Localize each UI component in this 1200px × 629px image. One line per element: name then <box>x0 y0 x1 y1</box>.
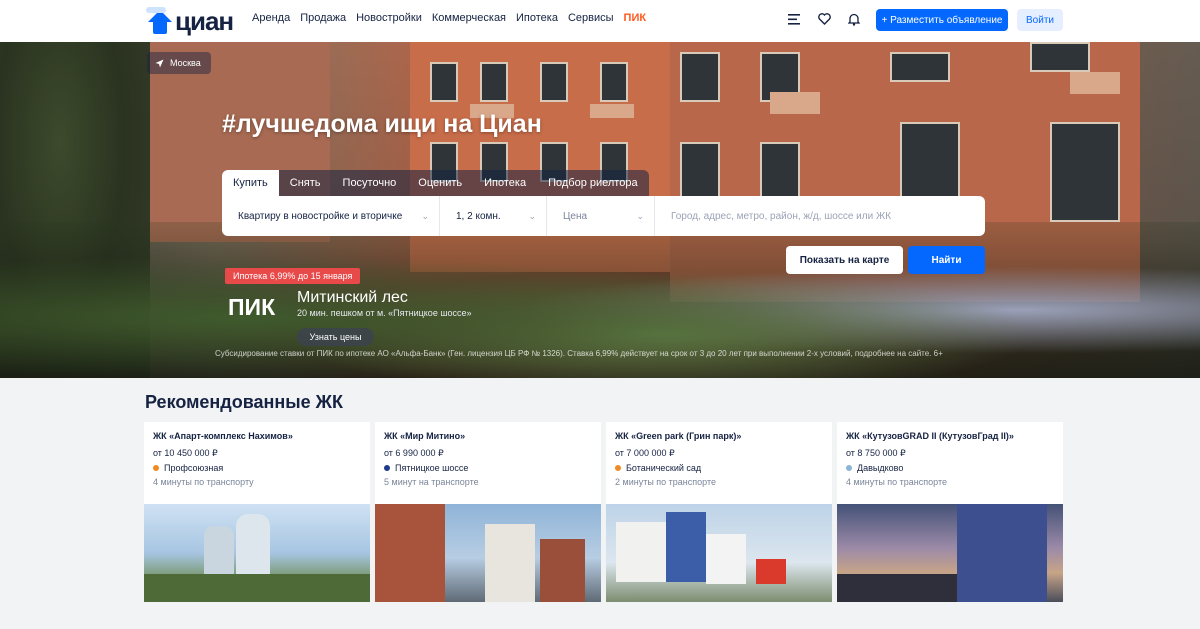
metro-station: Пятницкое шоссе <box>384 463 468 473</box>
tab-estimate[interactable]: Оценить <box>407 170 473 196</box>
complex-price: от 6 990 000 ₽ <box>384 448 444 458</box>
nav-services[interactable]: Сервисы <box>568 12 614 24</box>
promo-title[interactable]: Митинский лес <box>297 289 408 307</box>
find-button[interactable]: Найти <box>908 246 985 274</box>
promo-subtitle: 20 мин. пешком от м. «Пятницкое шоссе» <box>297 308 472 318</box>
rooms-value: 1, 2 комн. <box>456 210 501 222</box>
nav-sale[interactable]: Продажа <box>300 12 346 24</box>
metro-station: Давыдково <box>846 463 903 473</box>
complex-card[interactable]: ЖК «Green park (Грин парк)» от 7 000 000… <box>606 422 832 602</box>
complex-card[interactable]: ЖК «Апарт-комплекс Нахимов» от 10 450 00… <box>144 422 370 602</box>
travel-time: 4 минуты по транспорту <box>153 477 254 487</box>
metro-station: Профсоюзная <box>153 463 223 473</box>
tab-rent[interactable]: Снять <box>279 170 332 196</box>
property-type-value: Квартиру в новостройке и вторичке <box>238 210 403 222</box>
complex-name: ЖК «КутузовGRAD II (КутузовГрад II)» <box>846 431 1014 441</box>
tab-mortgage[interactable]: Ипотека <box>473 170 537 196</box>
show-on-map-button[interactable]: Показать на карте <box>786 246 903 274</box>
metro-name: Ботанический сад <box>626 463 702 473</box>
rooms-select[interactable]: 1, 2 комн. ⌄ <box>440 196 547 236</box>
complex-photo <box>606 504 832 602</box>
deal-type-tabs: Купить Снять Посуточно Оценить Ипотека П… <box>222 170 649 196</box>
complex-price: от 7 000 000 ₽ <box>615 448 675 458</box>
nav-mortgage[interactable]: Ипотека <box>516 12 558 24</box>
metro-line-icon <box>615 465 621 471</box>
search-input[interactable]: Город, адрес, метро, район, ж/д, шоссе и… <box>655 211 985 222</box>
complex-photo <box>144 504 370 602</box>
section-title: Рекомендованные ЖК <box>145 392 343 412</box>
chevron-down-icon: ⌄ <box>421 210 429 221</box>
bell-icon[interactable] <box>846 11 862 27</box>
metro-line-icon <box>153 465 159 471</box>
complex-name: ЖК «Мир Митино» <box>384 431 466 441</box>
nav-new-buildings[interactable]: Новостройки <box>356 12 422 24</box>
tab-buy[interactable]: Купить <box>222 170 279 196</box>
nav-commercial[interactable]: Коммерческая <box>432 12 506 24</box>
site-header: циан Аренда Продажа Новостройки Коммерче… <box>0 0 1200 42</box>
price-placeholder: Цена <box>563 210 588 222</box>
hero-banner: Москва #лучшедома ищи на Циан Купить Сня… <box>0 42 1200 378</box>
complex-card[interactable]: ЖК «КутузовGRAD II (КутузовГрад II)» от … <box>837 422 1063 602</box>
promo-disclaimer: Субсидирование ставки от ПИК по ипотеке … <box>215 349 943 358</box>
main-nav: Аренда Продажа Новостройки Коммерческая … <box>252 12 646 24</box>
search-bar: Квартиру в новостройке и вторичке ⌄ 1, 2… <box>222 196 985 236</box>
metro-name: Профсоюзная <box>164 463 224 473</box>
tab-daily[interactable]: Посуточно <box>332 170 408 196</box>
menu-icon[interactable] <box>786 11 802 27</box>
complex-price: от 10 450 000 ₽ <box>153 448 218 458</box>
metro-line-icon <box>384 465 390 471</box>
metro-name: Пятницкое шоссе <box>395 463 469 473</box>
logo-house-icon <box>146 6 174 36</box>
nav-pik[interactable]: ПИК <box>624 12 647 24</box>
complex-price: от 8 750 000 ₽ <box>846 448 906 458</box>
place-ad-button[interactable]: + Разместить объявление <box>876 9 1008 31</box>
travel-time: 5 минут на транспорте <box>384 477 479 487</box>
header-icons <box>786 11 862 27</box>
travel-time: 2 минуты по транспорте <box>615 477 716 487</box>
property-type-select[interactable]: Квартиру в новостройке и вторичке ⌄ <box>222 196 440 236</box>
complex-photo <box>375 504 601 602</box>
location-selector[interactable]: Москва <box>147 52 211 74</box>
complex-name: ЖК «Апарт-комплекс Нахимов» <box>153 431 293 441</box>
location-label: Москва <box>170 58 201 68</box>
tab-realtor[interactable]: Подбор риелтора <box>537 170 649 196</box>
pik-logo[interactable]: ПИК <box>228 294 275 321</box>
hero-title: #лучшедома ищи на Циан <box>222 110 542 138</box>
promo-badge: Ипотека 6,99% до 15 января <box>225 268 361 284</box>
heart-icon[interactable] <box>816 11 832 27</box>
complex-name: ЖК «Green park (Грин парк)» <box>615 431 742 441</box>
cian-logo[interactable]: циан <box>146 4 234 38</box>
travel-time: 4 минуты по транспорте <box>846 477 947 487</box>
chevron-down-icon: ⌄ <box>636 210 644 221</box>
nav-rent[interactable]: Аренда <box>252 12 290 24</box>
logo-text: циан <box>175 5 234 36</box>
metro-station: Ботанический сад <box>615 463 701 473</box>
learn-prices-button[interactable]: Узнать цены <box>297 328 374 346</box>
recommended-cards: ЖК «Апарт-комплекс Нахимов» от 10 450 00… <box>144 422 1063 602</box>
recommended-section: Рекомендованные ЖК ЖК «Апарт-комплекс На… <box>0 378 1200 629</box>
metro-line-icon <box>846 465 852 471</box>
complex-card[interactable]: ЖК «Мир Митино» от 6 990 000 ₽ Пятницкое… <box>375 422 601 602</box>
location-arrow-icon <box>155 59 164 67</box>
metro-name: Давыдково <box>857 463 904 473</box>
chevron-down-icon: ⌄ <box>528 210 536 221</box>
price-select[interactable]: Цена ⌄ <box>547 196 655 236</box>
login-button[interactable]: Войти <box>1017 9 1063 31</box>
complex-photo <box>837 504 1063 602</box>
